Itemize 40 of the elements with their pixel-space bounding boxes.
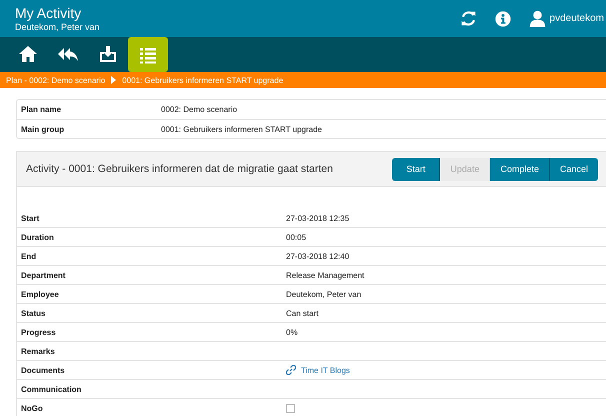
home-icon — [18, 44, 38, 64]
action-button[interactable]: Complete — [490, 158, 550, 180]
breadcrumb-arrow-icon — [111, 76, 116, 84]
field-value: 0001: Gebruikers informeren START upgrade — [161, 124, 322, 134]
user-icon[interactable] — [528, 10, 546, 27]
nogo-checkbox[interactable] — [286, 404, 295, 412]
field-label: Duration — [20, 232, 55, 242]
username-menu[interactable]: pvdeutekom — [550, 13, 604, 24]
field-label: Communication — [20, 384, 82, 394]
refresh-icon[interactable] — [460, 10, 477, 27]
field-value: Deutekom, Peter van — [286, 290, 362, 298]
user-full-name: Deutekom, Peter van — [15, 21, 101, 32]
field-label: Main group — [20, 124, 66, 134]
field-label: Employee — [20, 290, 60, 298]
field-value: 00:05 — [286, 232, 306, 242]
field-value: 0002: Demo scenario — [161, 105, 238, 114]
field-label: Documents — [20, 366, 66, 374]
field-value: 27-03-2018 12:35 — [286, 214, 350, 222]
field-value: 27-03-2018 12:40 — [286, 252, 350, 260]
field-label: NoGo — [20, 404, 44, 412]
field-value: Release Management — [286, 270, 364, 280]
breadcrumb-link[interactable]: Plan - 0002: Demo scenario — [6, 76, 106, 84]
app-title: My Activity — [15, 4, 82, 20]
field-value: 0% — [286, 328, 298, 336]
field-label: Progress — [20, 328, 57, 336]
field-label: Department — [20, 270, 66, 280]
info-icon[interactable] — [494, 10, 511, 26]
field-value: Can start — [286, 308, 318, 318]
field-label: Plan name — [20, 105, 62, 114]
field-label: End — [20, 252, 38, 260]
inbox-icon — [98, 44, 118, 64]
field-label: Status — [20, 308, 46, 318]
document-link[interactable]: Time IT Blogs — [301, 366, 350, 374]
link-icon — [286, 365, 296, 375]
action-button[interactable]: Start — [392, 158, 440, 180]
field-label: Remarks — [20, 346, 56, 356]
activity-title: Activity - 0001: Gebruikers informeren dat de migratie gaat starten — [26, 163, 334, 175]
action-button[interactable]: Cancel — [550, 158, 598, 180]
field-label: Start — [20, 214, 40, 222]
breadcrumb-link[interactable]: 0001: Gebruikers informeren START upgrade — [122, 76, 284, 84]
